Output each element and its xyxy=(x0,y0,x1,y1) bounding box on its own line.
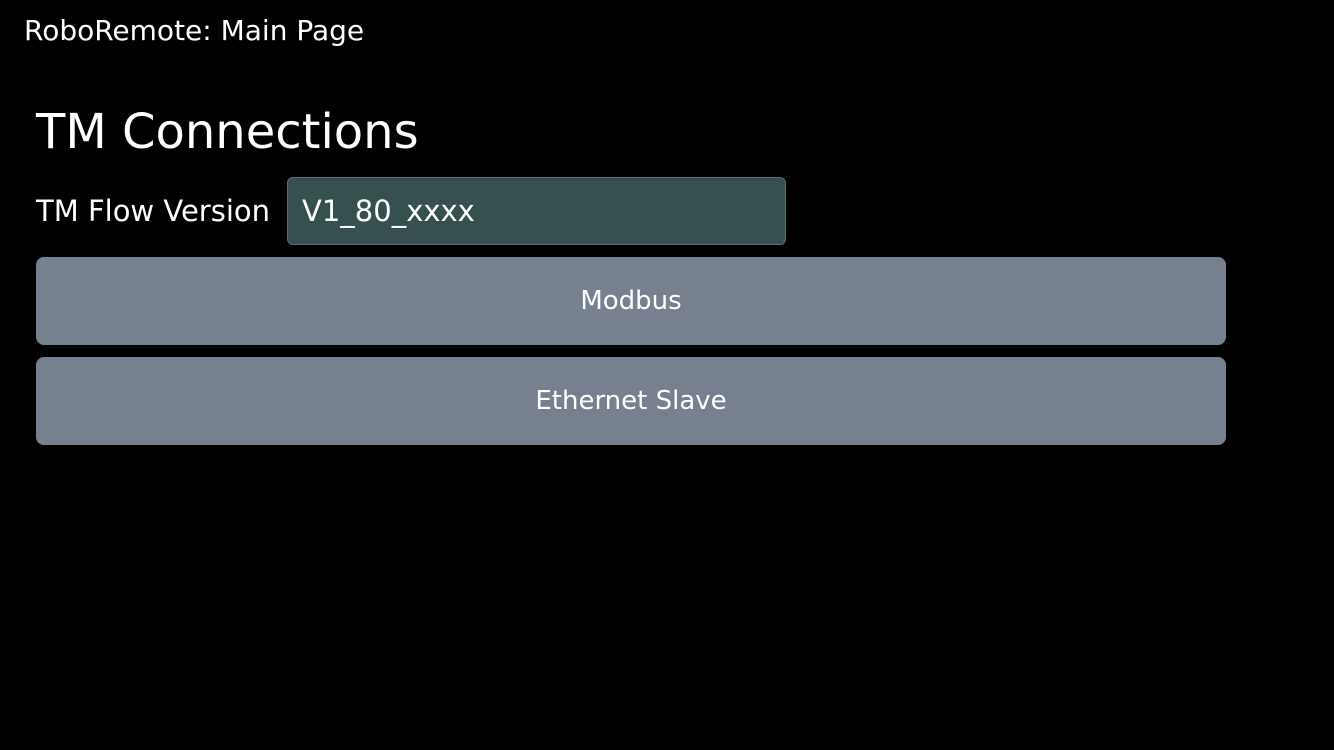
ethernet-slave-button[interactable]: Ethernet Slave xyxy=(36,357,1226,445)
modbus-button[interactable]: Modbus xyxy=(36,257,1226,345)
app-title: RoboRemote: Main Page xyxy=(24,14,365,47)
tm-flow-version-input[interactable] xyxy=(287,177,786,245)
tm-flow-version-label: TM Flow Version xyxy=(36,194,271,228)
tm-flow-version-row: TM Flow Version xyxy=(36,177,786,245)
section-heading-tm-connections: TM Connections xyxy=(36,104,419,160)
